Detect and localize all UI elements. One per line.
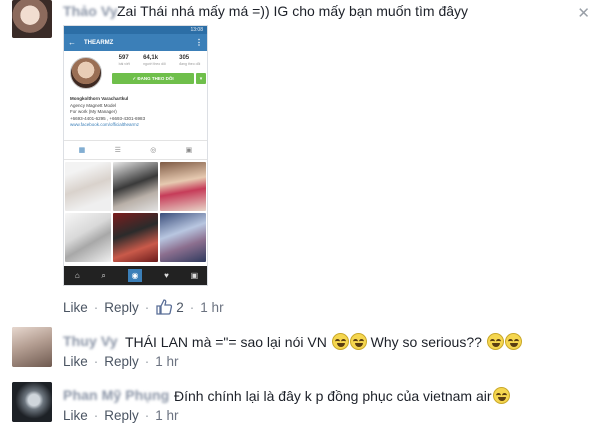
location-icon: ◎ [150, 147, 157, 154]
phone-bottom-nav: ⌂ ⌕ ◉ ♥ ▣ [64, 266, 207, 285]
comment-time[interactable]: 1 hr [200, 300, 223, 315]
attached-image[interactable]: 13:08 ← THEARMZ ⋮ 597 bài viết 64,1k người… [63, 25, 208, 286]
comment-text: Zai Thái nhá mấy má =)) IG cho mấy bạn m… [117, 3, 468, 19]
avatar[interactable] [12, 0, 52, 38]
profile-bio: Mongkolthorn Varachartkul Agency Magnett… [64, 96, 207, 140]
profile-tabs: ▦ ☰ ◎ ▣ [64, 140, 207, 160]
profile-picture [70, 57, 102, 89]
reply-button[interactable]: Reply [104, 408, 139, 423]
phone-status-bar: 13:08 [64, 26, 207, 34]
comment-actions: Like · Reply · 2 · 1 hr [63, 299, 224, 315]
comment-author[interactable]: Thảo Vy [63, 3, 118, 19]
profile-title: THEARMZ [84, 39, 114, 46]
stat-posts: 597 bài viết [118, 55, 130, 66]
profile-icon: ▣ [190, 271, 199, 280]
separator: · [144, 299, 150, 315]
avatar[interactable] [12, 327, 52, 367]
separator: · [144, 408, 150, 423]
comment-time[interactable]: 1 hr [155, 408, 178, 423]
photo-thumb [65, 213, 111, 262]
phone-header: ← THEARMZ ⋮ [64, 34, 207, 51]
photo-thumb [65, 162, 111, 211]
comment-text: Đính chính lại là đây k p đồng phục của … [174, 387, 510, 404]
comment-actions: Like · Reply · 1 hr [63, 354, 179, 369]
dropdown-icon: ▾ [196, 73, 206, 84]
comment-text-tail: Why so serious?? [370, 334, 482, 350]
separator: · [189, 299, 195, 315]
stat-followers: 64,1k người theo dõi [143, 55, 166, 66]
thumbs-up-icon [156, 299, 173, 315]
grinning-emoji-icon [331, 333, 349, 350]
back-arrow-icon: ← [68, 38, 76, 47]
separator: · [144, 354, 150, 369]
photo-grid [64, 160, 207, 264]
photo-thumb [112, 162, 159, 211]
reply-button[interactable]: Reply [104, 300, 139, 315]
close-icon[interactable]: ✕ [577, 4, 590, 22]
like-button[interactable]: Like [63, 408, 88, 423]
separator: · [93, 354, 99, 369]
comment-author[interactable]: Thuy Vy [63, 333, 118, 349]
comment-actions: Like · Reply · 1 hr [63, 408, 179, 423]
tagged-icon: ▣ [185, 147, 193, 154]
bio-link: www.facebook.com/officialthearmz [70, 122, 139, 127]
comment-text-content: Đính chính lại là đây k p đồng phục của … [174, 388, 492, 404]
like-button[interactable]: Like [63, 300, 88, 315]
stat-following: 305 đang theo dõi [179, 55, 201, 66]
separator: · [93, 299, 99, 315]
grinning-emoji-icon [349, 333, 367, 350]
grinning-emoji-icon [492, 387, 510, 404]
comment-text-content: Zai Thái nhá mấy má =)) IG cho mấy bạn m… [117, 3, 469, 19]
grinning-emoji-icon [504, 333, 522, 350]
comment-time[interactable]: 1 hr [155, 354, 178, 369]
reply-button[interactable]: Reply [104, 354, 139, 369]
profile-section: 597 bài viết 64,1k người theo dõi 305 đang … [64, 51, 207, 96]
like-count-value: 2 [176, 299, 184, 315]
comment-author[interactable]: Phan Mỹ Phụng [63, 387, 169, 403]
more-icon: ⋮ [195, 38, 203, 47]
list-icon: ☰ [114, 147, 121, 154]
grid-icon: ▦ [78, 147, 86, 154]
search-icon: ⌕ [101, 270, 106, 280]
like-button[interactable]: Like [63, 354, 88, 369]
like-count[interactable]: 2 [155, 299, 184, 315]
follow-button: ✓ ĐANG THEO DÕI [112, 73, 194, 84]
grinning-emoji-icon [486, 333, 504, 350]
separator: · [93, 408, 99, 423]
heart-icon: ♥ [164, 271, 169, 280]
photo-thumb [112, 213, 159, 262]
photo-thumb [160, 162, 206, 211]
profile-stats: 597 bài viết 64,1k người theo dõi 305 đang … [112, 55, 207, 66]
comment-text: THÁI LAN mà ="= sao lại nói VN Why so se… [125, 333, 522, 350]
avatar[interactable] [12, 382, 52, 422]
camera-icon: ◉ [127, 269, 143, 282]
home-icon: ⌂ [74, 271, 80, 280]
comment-text-content: THÁI LAN mà ="= sao lại nói VN [125, 334, 327, 350]
status-time: 13:08 [190, 27, 203, 33]
photo-thumb [160, 213, 206, 262]
